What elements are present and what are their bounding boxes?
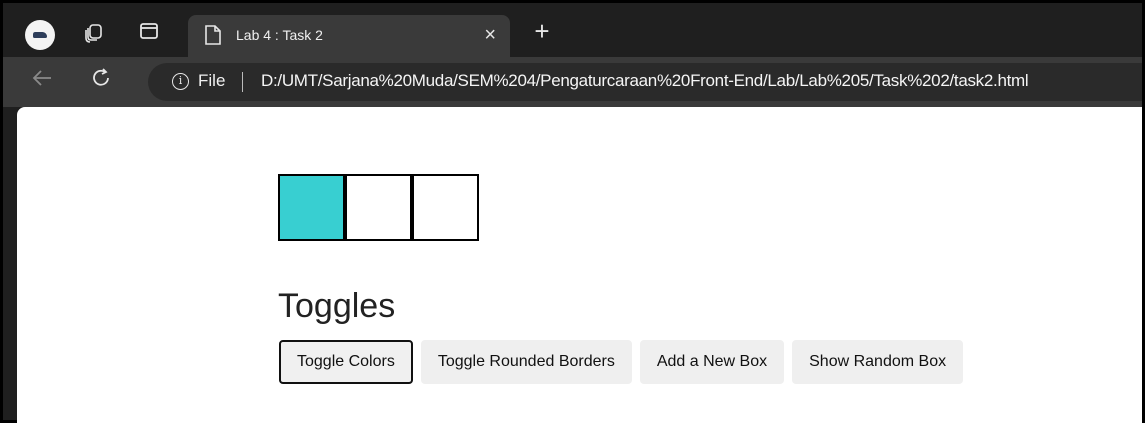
add-new-box-button[interactable]: Add a New Box <box>639 340 785 384</box>
reload-icon[interactable] <box>89 66 113 97</box>
button-row: Toggle Colors Toggle Rounded Borders Add… <box>279 340 964 384</box>
toggle-rounded-borders-button[interactable]: Toggle Rounded Borders <box>420 340 632 384</box>
close-tab-icon[interactable]: × <box>484 23 496 47</box>
new-tab-icon[interactable]: + <box>528 18 556 46</box>
workspaces-icon[interactable] <box>81 21 107 47</box>
toggle-colors-button[interactable]: Toggle Colors <box>279 340 413 384</box>
page-icon <box>204 24 224 48</box>
page-heading: Toggles <box>278 287 396 325</box>
file-label: File <box>198 71 226 90</box>
back-arrow-icon[interactable] <box>31 67 53 96</box>
info-icon[interactable]: i <box>172 73 189 90</box>
tab-strip: Lab 4 : Task 2 × + <box>3 3 1142 60</box>
box-container <box>278 174 479 241</box>
tab-title: Lab 4 : Task 2 <box>236 27 323 43</box>
address-bar[interactable]: i File D:/UMT/Sarjana%20Muda/SEM%204/Pen… <box>148 63 1142 101</box>
profile-avatar-icon[interactable] <box>25 20 55 50</box>
page-content: Toggles Toggle Colors Toggle Rounded Bor… <box>17 107 1142 423</box>
address-toolbar: i File D:/UMT/Sarjana%20Muda/SEM%204/Pen… <box>3 57 1142 107</box>
tab-lab4-task2[interactable]: Lab 4 : Task 2 × <box>188 15 510 57</box>
box <box>278 174 345 241</box>
show-random-box-button[interactable]: Show Random Box <box>792 340 964 384</box>
browser-window: Lab 4 : Task 2 × + i File D:/UMT/Sarjana… <box>0 0 1145 423</box>
box <box>345 174 412 241</box>
tab-actions-icon[interactable] <box>136 21 162 47</box>
address-separator <box>242 72 243 92</box>
url-text[interactable]: D:/UMT/Sarjana%20Muda/SEM%204/Pengaturca… <box>261 71 1029 91</box>
box <box>412 174 479 241</box>
